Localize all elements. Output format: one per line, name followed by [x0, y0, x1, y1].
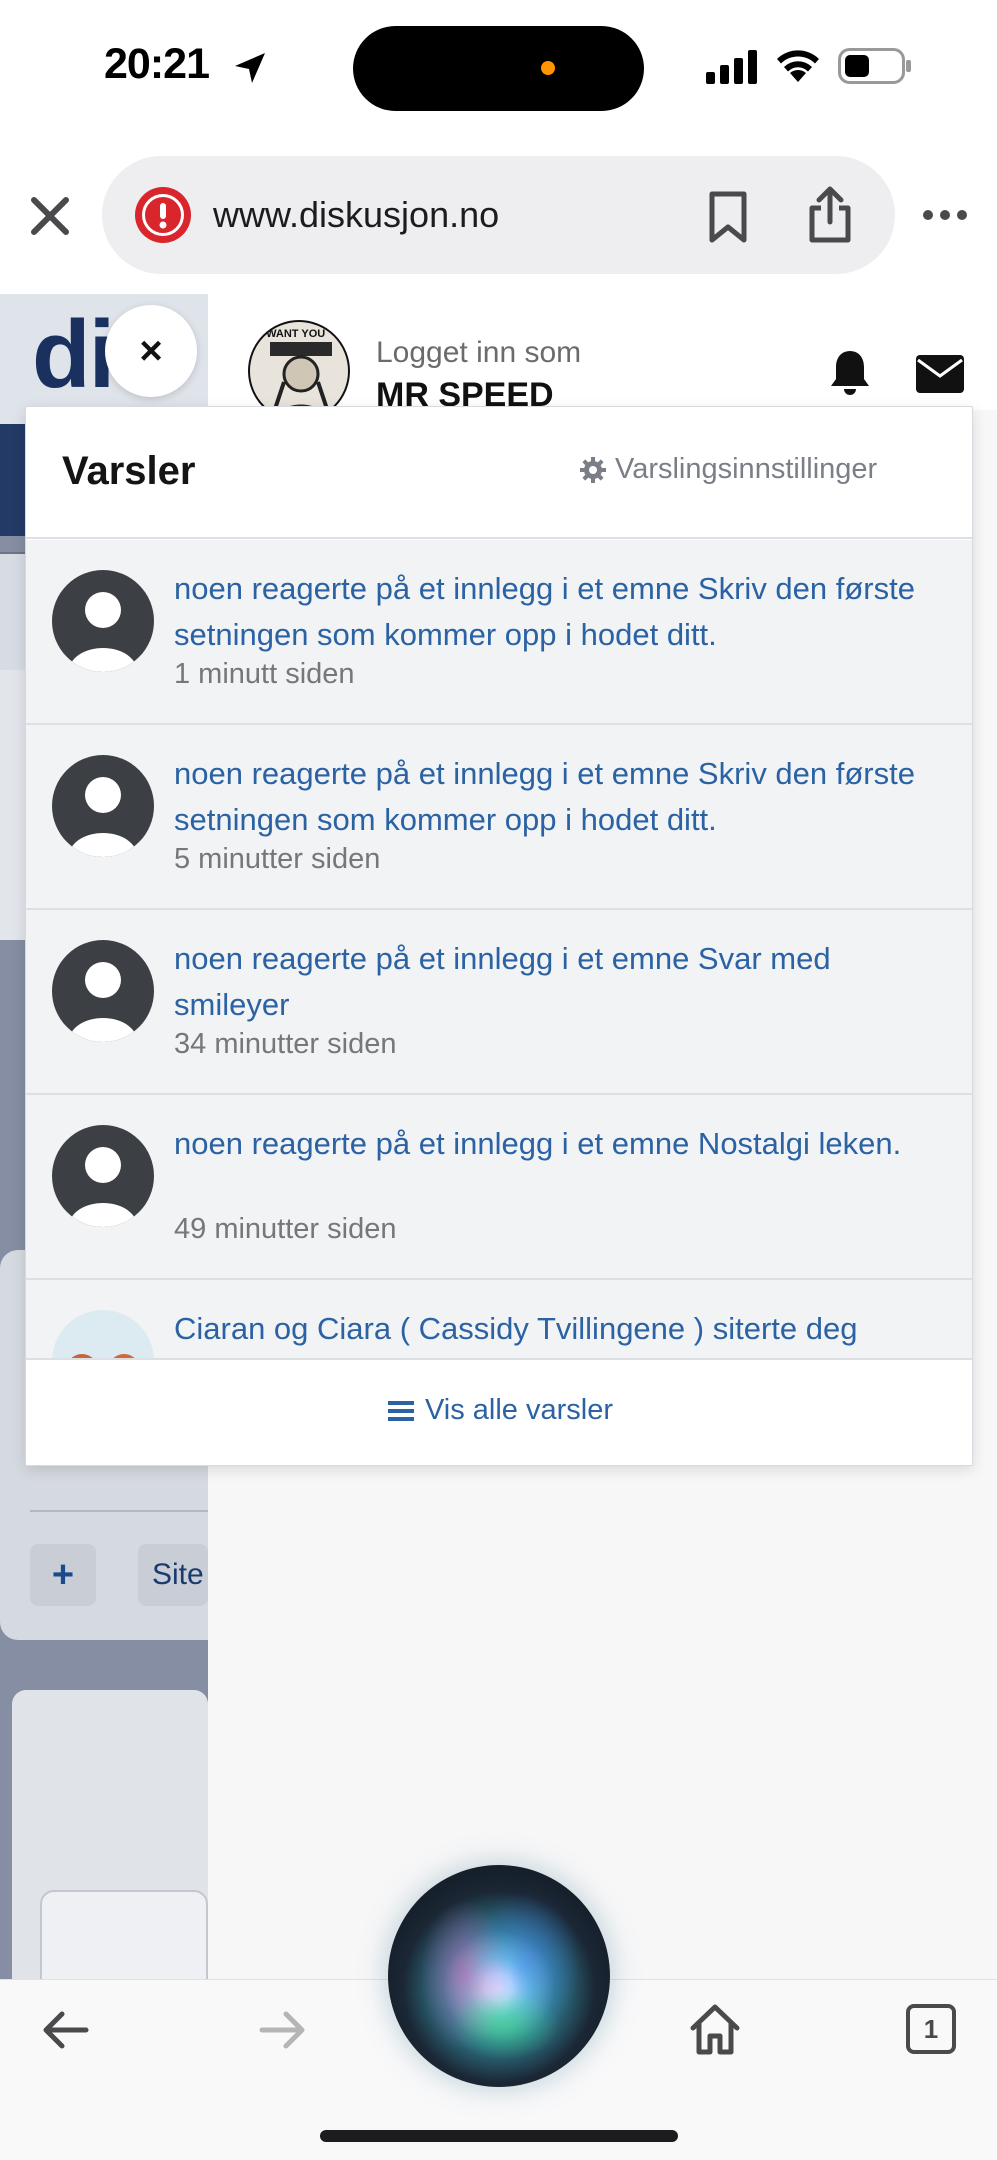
notifications-header: Varsler Varslingsinnstillinger — [26, 407, 972, 539]
home-indicator[interactable] — [320, 2130, 678, 2142]
notification-text[interactable]: noen reagerte på et innlegg i et emne No… — [174, 1121, 944, 1167]
bookmark-icon[interactable] — [703, 190, 753, 244]
notification-time: 49 minutter siden — [174, 1213, 397, 1245]
forward-arrow-icon[interactable] — [258, 2008, 308, 2052]
home-icon[interactable] — [688, 2002, 742, 2056]
avatar-caption: I WANT YOU — [260, 328, 326, 340]
close-tab-icon[interactable] — [22, 188, 78, 244]
default-avatar-icon — [52, 1125, 154, 1227]
mail-icon[interactable] — [915, 354, 965, 394]
notification-item[interactable]: noen reagerte på et innlegg i et emne No… — [26, 1095, 972, 1280]
divider — [30, 1510, 208, 1512]
status-time: 20:21 — [104, 40, 210, 88]
notification-item[interactable]: noen reagerte på et innlegg i et emne Sk… — [26, 540, 972, 725]
logged-in-label: Logget inn som — [376, 336, 582, 369]
notification-settings-label: Varslingsinnstillinger — [615, 453, 878, 485]
battery-icon — [838, 48, 911, 84]
more-icon[interactable] — [920, 200, 970, 230]
notification-time: 1 minutt siden — [174, 658, 355, 690]
notification-item[interactable]: Ciaran og Ciara ( Cassidy Tvillingene ) … — [26, 1280, 972, 1358]
site-button[interactable]: Site — [138, 1544, 208, 1606]
privacy-indicator-dot — [541, 61, 555, 75]
notifications-list: noen reagerte på et innlegg i et emne Sk… — [26, 540, 972, 1358]
default-avatar-icon — [52, 755, 154, 857]
notification-item[interactable]: noen reagerte på et innlegg i et emne Sk… — [26, 725, 972, 910]
url-text[interactable]: www.diskusjon.no — [213, 194, 499, 236]
view-all-notifications-link[interactable]: Vis alle varsler — [26, 1394, 972, 1427]
user-avatar-icon — [52, 1310, 154, 1358]
add-button[interactable]: + — [30, 1544, 96, 1606]
notification-text[interactable]: Ciaran og Ciara ( Cassidy Tvillingene ) … — [174, 1306, 944, 1352]
notification-time: 5 minutter siden — [174, 843, 381, 875]
back-arrow-icon[interactable] — [40, 2008, 90, 2052]
bell-icon[interactable] — [826, 348, 874, 398]
notification-time: 34 minutter siden — [174, 1028, 397, 1060]
notifications-popup: Varsler Varslingsinnstillinger noen reag… — [25, 406, 973, 1466]
notifications-footer: Vis alle varsler — [26, 1358, 972, 1465]
siri-glow — [450, 1990, 560, 2060]
dynamic-island — [353, 26, 644, 111]
notification-text[interactable]: noen reagerte på et innlegg i et emne Sk… — [174, 751, 944, 843]
wifi-icon — [777, 50, 819, 82]
view-all-label: Vis alle varsler — [424, 1394, 614, 1426]
close-icon[interactable]: × — [105, 305, 197, 397]
notifications-title: Varsler — [62, 449, 196, 493]
warning-icon-ring — [142, 194, 184, 236]
default-avatar-icon — [52, 940, 154, 1042]
tabs-icon[interactable]: 1 — [906, 2004, 956, 2054]
cellular-signal-icon — [706, 50, 757, 84]
list-icon — [387, 1400, 414, 1421]
default-avatar-icon — [52, 570, 154, 672]
notification-text[interactable]: noen reagerte på et innlegg i et emne Sv… — [174, 936, 944, 1028]
location-arrow-icon — [235, 53, 265, 83]
share-icon[interactable] — [805, 186, 855, 244]
notification-settings-link[interactable]: Varslingsinnstillinger — [579, 453, 877, 486]
notification-item[interactable]: noen reagerte på et innlegg i et emne Sv… — [26, 910, 972, 1095]
notification-text[interactable]: noen reagerte på et innlegg i et emne Sk… — [174, 566, 944, 658]
gear-icon — [580, 456, 606, 483]
